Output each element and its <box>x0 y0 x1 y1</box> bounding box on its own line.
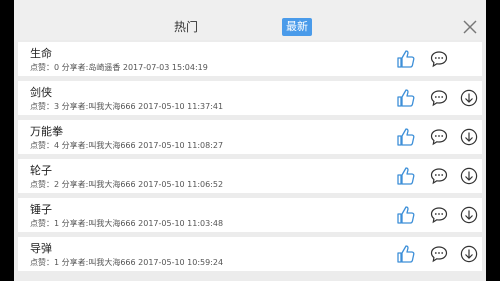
item-title: 万能拳 <box>30 125 63 138</box>
thumbs-up-icon[interactable] <box>396 49 416 69</box>
list-item[interactable]: 导弹 点赞：1 分享者:叫我大海666 2017-05-10 10:59:24 <box>18 237 482 271</box>
item-meta: 点赞：1 分享者:叫我大海666 2017-05-10 10:59:24 <box>30 258 224 267</box>
item-meta: 点赞：1 分享者:叫我大海666 2017-05-10 11:03:48 <box>30 219 224 228</box>
list-item[interactable]: 剑侠 点赞：3 分享者:叫我大海666 2017-05-10 11:37:41 <box>18 81 482 115</box>
list-item[interactable]: 轮子 点赞：2 分享者:叫我大海666 2017-05-10 11:06:52 <box>18 159 482 193</box>
item-meta: 点赞：4 分享者:叫我大海666 2017-05-10 11:08:27 <box>30 141 224 150</box>
item-title: 剑侠 <box>30 86 52 99</box>
thumbs-up-icon[interactable] <box>396 166 416 186</box>
top-bar: 热门 最新 <box>14 0 486 40</box>
list-item[interactable]: 锤子 点赞：1 分享者:叫我大海666 2017-05-10 11:03:48 <box>18 198 482 232</box>
comment-icon[interactable] <box>430 89 448 107</box>
close-icon[interactable] <box>463 20 477 34</box>
item-title: 导弹 <box>30 242 52 255</box>
download-icon[interactable] <box>460 245 478 263</box>
thumbs-up-icon[interactable] <box>396 244 416 264</box>
list-item[interactable]: 生命 点赞：0 分享者:岛崎遥香 2017-07-03 15:04:19 <box>18 42 482 76</box>
comment-icon[interactable] <box>430 128 448 146</box>
thumbs-up-icon[interactable] <box>396 205 416 225</box>
comment-icon[interactable] <box>430 245 448 263</box>
app-screen: 热门 最新 生命 点赞：0 分享者:岛崎遥香 2017-07-03 15:04:… <box>14 0 486 281</box>
tab-hot[interactable]: 热门 <box>166 19 206 35</box>
thumbs-up-icon[interactable] <box>396 88 416 108</box>
item-title: 生命 <box>30 47 52 60</box>
item-title: 轮子 <box>30 164 52 177</box>
download-icon[interactable] <box>460 206 478 224</box>
item-meta: 点赞：2 分享者:叫我大海666 2017-05-10 11:06:52 <box>30 180 224 189</box>
download-icon[interactable] <box>460 128 478 146</box>
item-meta: 点赞：3 分享者:叫我大海666 2017-05-10 11:37:41 <box>30 102 224 111</box>
download-icon[interactable] <box>460 89 478 107</box>
comment-icon[interactable] <box>430 50 448 68</box>
item-meta: 点赞：0 分享者:岛崎遥香 2017-07-03 15:04:19 <box>30 63 208 72</box>
list-item[interactable]: 万能拳 点赞：4 分享者:叫我大海666 2017-05-10 11:08:27 <box>18 120 482 154</box>
comment-icon[interactable] <box>430 167 448 185</box>
item-title: 锤子 <box>30 203 52 216</box>
download-icon[interactable] <box>460 167 478 185</box>
tab-new[interactable]: 最新 <box>282 18 312 36</box>
comment-icon[interactable] <box>430 206 448 224</box>
thumbs-up-icon[interactable] <box>396 127 416 147</box>
